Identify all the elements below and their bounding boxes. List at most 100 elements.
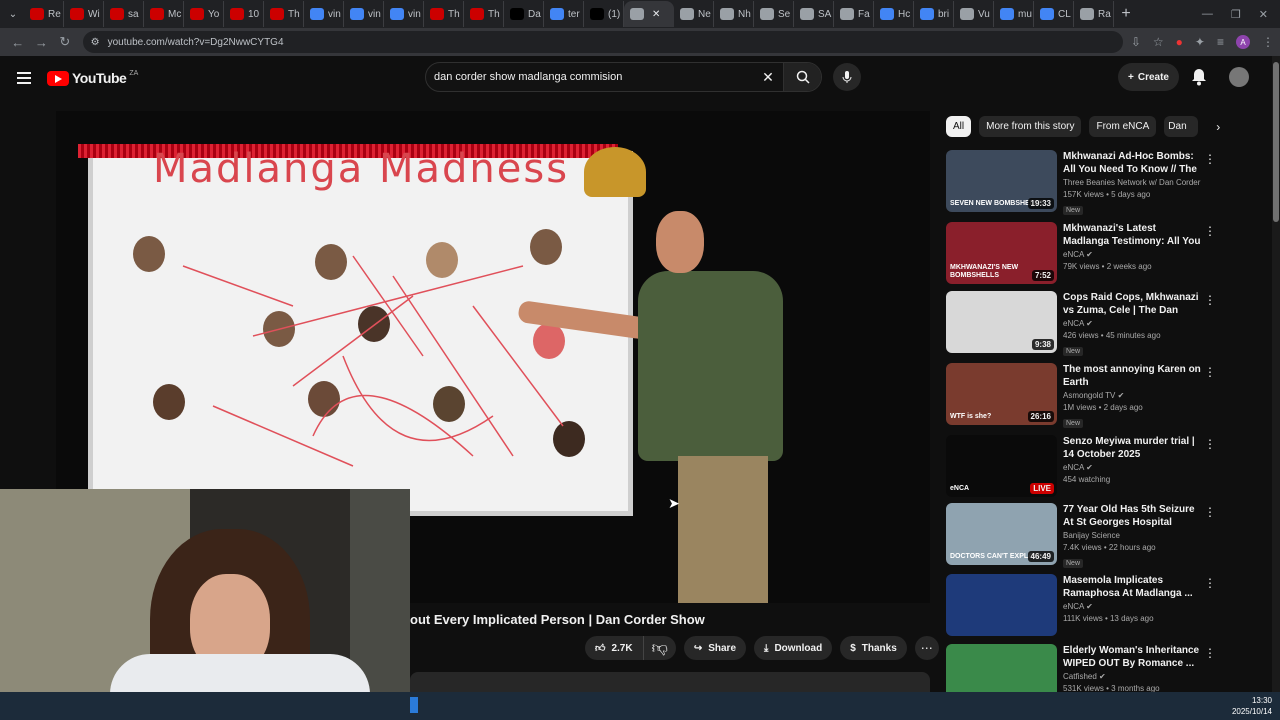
channel-name[interactable]: Three Beanies Network w/ Dan Corder bbox=[1063, 178, 1203, 187]
recommended-title[interactable]: Mkhwanazi Ad-Hoc Bombs: All You Need To … bbox=[1063, 150, 1203, 176]
more-options-icon[interactable]: ⋮ bbox=[1204, 646, 1216, 660]
recommended-video[interactable]: Masemola Implicates Ramaphosa At Madlang… bbox=[946, 574, 1266, 640]
more-options-icon[interactable]: ⋮ bbox=[1204, 437, 1216, 451]
bookmark-star-icon[interactable]: ☆ bbox=[1153, 35, 1164, 49]
chip-from-enca[interactable]: From eNCA bbox=[1089, 116, 1157, 137]
video-thumbnail[interactable]: WTF is she? 26:16 bbox=[946, 363, 1057, 425]
browser-tab[interactable]: CL bbox=[1034, 1, 1074, 27]
browser-tab[interactable]: (1) bbox=[584, 1, 624, 27]
forward-icon[interactable]: → bbox=[30, 35, 54, 50]
maximize-icon[interactable]: ❐ bbox=[1231, 8, 1241, 21]
site-info-icon[interactable]: ⚙ bbox=[91, 37, 100, 48]
browser-tab[interactable]: 10 bbox=[224, 1, 264, 27]
channel-name[interactable]: eNCA ✔ bbox=[1063, 250, 1203, 259]
tab-search-icon[interactable]: ⌄ bbox=[2, 3, 24, 25]
browser-tab[interactable]: ter bbox=[544, 1, 584, 27]
taskbar-app-icon[interactable] bbox=[410, 697, 418, 713]
browser-tab[interactable]: Vu bbox=[954, 1, 994, 27]
video-thumbnail[interactable]: 9:38 bbox=[946, 291, 1057, 353]
menu-icon[interactable] bbox=[17, 72, 31, 84]
recommended-video[interactable]: WTF is she? 26:16 The most annoying Karen … bbox=[946, 363, 1266, 429]
browser-tab[interactable]: vin bbox=[304, 1, 344, 27]
download-button[interactable]: ⤓ Download bbox=[754, 636, 833, 660]
dislike-button[interactable]: 👎︎ bbox=[644, 636, 676, 660]
recommended-video[interactable]: eNCA LIVE Senzo Meyiwa murder trial | 14 O… bbox=[946, 435, 1266, 501]
browser-tab[interactable]: Se bbox=[754, 1, 794, 27]
tab-close-icon[interactable]: ✕ bbox=[652, 9, 660, 20]
video-thumbnail[interactable]: MKHWANAZI'S NEW BOMBSHELLS 7:52 bbox=[946, 222, 1057, 284]
browser-tab-active[interactable]: ✕ bbox=[624, 1, 674, 27]
recommended-title[interactable]: Mkhwanazi's Latest Madlanga Testimony: A… bbox=[1063, 222, 1203, 248]
recommended-title[interactable]: Masemola Implicates Ramaphosa At Madlang… bbox=[1063, 574, 1203, 600]
extension-icon[interactable]: ● bbox=[1176, 35, 1183, 49]
recommended-title[interactable]: 77 Year Old Has 5th Seizure At St George… bbox=[1063, 503, 1203, 529]
browser-tab[interactable]: Nh bbox=[714, 1, 754, 27]
new-tab-button[interactable]: + bbox=[1114, 5, 1138, 23]
browser-tab[interactable]: Ne bbox=[674, 1, 714, 27]
search-button[interactable] bbox=[783, 63, 821, 91]
search-input[interactable]: dan corder show madlanga commision bbox=[434, 71, 753, 83]
more-options-icon[interactable]: ⋮ bbox=[1204, 576, 1216, 590]
account-avatar[interactable] bbox=[1229, 67, 1249, 87]
browser-tab[interactable]: Mc bbox=[144, 1, 184, 27]
browser-tab[interactable]: bri bbox=[914, 1, 954, 27]
profile-avatar[interactable]: A bbox=[1236, 35, 1250, 49]
video-thumbnail[interactable]: DOCTORS CAN'T EXPLAIN 46:49 bbox=[946, 503, 1057, 565]
thanks-button[interactable]: $ Thanks bbox=[840, 636, 907, 660]
clear-search-icon[interactable]: ✕ bbox=[753, 69, 783, 86]
channel-name[interactable]: Catfished ✔ bbox=[1063, 672, 1203, 681]
voice-search-button[interactable] bbox=[833, 63, 861, 91]
recommended-video[interactable]: MKHWANAZI'S NEW BOMBSHELLS 7:52 Mkhwanazi'… bbox=[946, 222, 1266, 288]
channel-name[interactable]: eNCA ✔ bbox=[1063, 463, 1203, 472]
more-options-icon[interactable]: ⋮ bbox=[1204, 224, 1216, 238]
recommended-title[interactable]: The most annoying Karen on Earth bbox=[1063, 363, 1203, 389]
browser-tab[interactable]: Yo bbox=[184, 1, 224, 27]
video-thumbnail[interactable]: SEVEN NEW BOMBSHELLS 19:33 bbox=[946, 150, 1057, 212]
install-app-icon[interactable]: ⇩ bbox=[1131, 35, 1141, 49]
notifications-bell-icon[interactable] bbox=[1191, 68, 1207, 91]
media-controls-icon[interactable]: ≡ bbox=[1217, 35, 1224, 49]
recommended-title[interactable]: Cops Raid Cops, Mkhwanazi vs Zuma, Cele … bbox=[1063, 291, 1203, 317]
browser-tab[interactable]: Th bbox=[464, 1, 504, 27]
scrollbar-thumb[interactable] bbox=[1273, 62, 1279, 222]
more-options-icon[interactable]: ⋮ bbox=[1204, 152, 1216, 166]
recommended-video[interactable]: DOCTORS CAN'T EXPLAIN 46:49 77 Year Old Ha… bbox=[946, 503, 1266, 569]
create-button[interactable]: + Create bbox=[1118, 63, 1179, 91]
browser-tab[interactable]: Ra bbox=[1074, 1, 1114, 27]
chevron-right-icon[interactable]: › bbox=[1206, 120, 1230, 134]
recommended-video[interactable]: 9:38 Cops Raid Cops, Mkhwanazi vs Zuma, C… bbox=[946, 291, 1266, 357]
browser-tab[interactable]: Da bbox=[504, 1, 544, 27]
browser-tab[interactable]: SA bbox=[794, 1, 834, 27]
browser-tab[interactable]: sa bbox=[104, 1, 144, 27]
chip-all[interactable]: All bbox=[946, 116, 972, 137]
youtube-logo[interactable]: YouTube ZA bbox=[47, 70, 138, 86]
channel-name[interactable]: Banijay Science bbox=[1063, 531, 1203, 540]
like-button[interactable]: 👍︎ 2.7K bbox=[585, 636, 644, 660]
browser-tab[interactable]: vin bbox=[384, 1, 424, 27]
minimize-icon[interactable]: — bbox=[1202, 8, 1213, 21]
browser-tab[interactable]: Fa bbox=[834, 1, 874, 27]
channel-name[interactable]: eNCA ✔ bbox=[1063, 319, 1203, 328]
recommended-title[interactable]: Elderly Woman's Inheritance WIPED OUT By… bbox=[1063, 644, 1203, 670]
more-options-icon[interactable]: ⋮ bbox=[1204, 293, 1216, 307]
more-actions-button[interactable]: ⋯ bbox=[914, 636, 939, 660]
close-window-icon[interactable]: ✕ bbox=[1259, 8, 1268, 21]
chrome-menu-icon[interactable]: ⋮ bbox=[1262, 35, 1274, 49]
browser-tab[interactable]: Re bbox=[24, 1, 64, 27]
browser-tab[interactable]: Th bbox=[264, 1, 304, 27]
chip-more-from-this-story[interactable]: More from this story bbox=[979, 116, 1082, 137]
more-options-icon[interactable]: ⋮ bbox=[1204, 505, 1216, 519]
video-thumbnail[interactable]: eNCA LIVE bbox=[946, 435, 1057, 497]
taskbar-clock[interactable]: 13:30 2025/10/14 bbox=[1232, 695, 1272, 717]
recommended-title[interactable]: Senzo Meyiwa murder trial | 14 October 2… bbox=[1063, 435, 1203, 461]
share-button[interactable]: ↪ Share bbox=[683, 636, 747, 660]
browser-tab[interactable]: vin bbox=[344, 1, 384, 27]
back-icon[interactable]: ← bbox=[6, 35, 30, 50]
browser-tab[interactable]: Wi bbox=[64, 1, 104, 27]
page-scrollbar[interactable] bbox=[1272, 56, 1280, 696]
more-options-icon[interactable]: ⋮ bbox=[1204, 365, 1216, 379]
browser-tab[interactable]: Hc bbox=[874, 1, 914, 27]
channel-name[interactable]: eNCA ✔ bbox=[1063, 602, 1203, 611]
extensions-puzzle-icon[interactable]: ✦ bbox=[1195, 35, 1205, 49]
video-thumbnail[interactable] bbox=[946, 574, 1057, 636]
